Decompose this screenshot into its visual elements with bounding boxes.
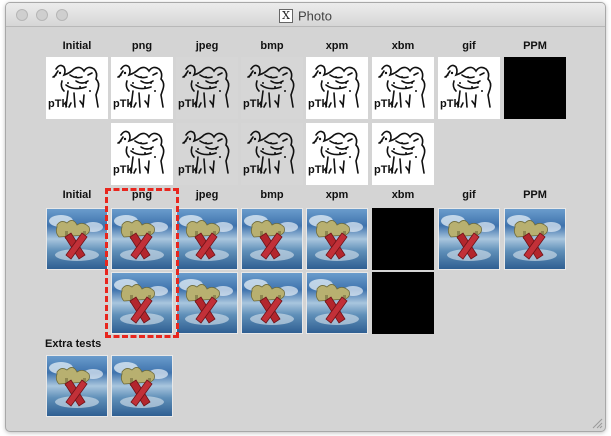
image-caption: pTk	[440, 98, 460, 110]
image-caption: pTk	[178, 164, 198, 176]
top-header-png: png	[131, 40, 153, 52]
photo-row1-image	[372, 208, 434, 270]
image-caption: pTk	[113, 164, 133, 176]
lineart-row1-image: pTk	[241, 57, 303, 119]
bottom-header-gif: gif	[462, 189, 476, 201]
camel-line-art: pTk	[440, 64, 492, 110]
camel-x-photo	[244, 279, 298, 325]
resize-grip-icon[interactable]	[591, 417, 603, 429]
lineart-row1-image: pTk	[111, 57, 173, 119]
image-caption: pTk	[178, 98, 198, 110]
camel-line-art: pTk	[374, 64, 426, 110]
lineart-row2-image: pTk	[241, 123, 303, 185]
x11-icon: X	[279, 8, 293, 23]
lineart-row1-image: pTk	[46, 57, 108, 119]
lineart-row1-image: pTk	[372, 57, 434, 119]
lineart-row1-image: pTk	[438, 57, 500, 119]
camel-line-art: pTk	[243, 130, 295, 176]
top-header-bmp: bmp	[260, 40, 284, 52]
extra-test-image	[46, 355, 108, 417]
photo-row1-image	[438, 208, 500, 270]
lineart-row2-image: pTk	[372, 123, 434, 185]
bottom-header-ppm: PPM	[523, 189, 547, 201]
image-caption: pTk	[243, 98, 263, 110]
image-caption: pTk	[308, 98, 328, 110]
photo-row1-image	[306, 208, 368, 270]
lineart-row2-image: pTk	[176, 123, 238, 185]
lineart-row2-image: pTk	[111, 123, 173, 185]
bottom-header-xpm: xpm	[325, 189, 349, 201]
top-header-initial: Initial	[62, 40, 92, 52]
image-caption: pTk	[374, 98, 394, 110]
extra-test-image	[111, 355, 173, 417]
lineart-row1-image: pTk	[306, 57, 368, 119]
camel-x-photo	[49, 362, 103, 408]
lineart-row2-image: pTk	[306, 123, 368, 185]
top-header-gif: gif	[462, 40, 476, 52]
top-header-jpeg: jpeg	[195, 40, 219, 52]
camel-line-art: pTk	[113, 130, 165, 176]
camel-line-art: pTk	[374, 130, 426, 176]
camel-x-photo	[179, 215, 233, 261]
photo-row2-image	[306, 272, 368, 334]
photo-row1-image	[46, 208, 108, 270]
camel-x-photo	[244, 215, 298, 261]
photo-row1-image	[176, 208, 238, 270]
lineart-row1-image	[504, 57, 566, 119]
bottom-header-bmp: bmp	[260, 189, 284, 201]
camel-line-art: pTk	[48, 64, 100, 110]
photo-row2-image	[176, 272, 238, 334]
camel-x-photo	[309, 215, 363, 261]
camel-line-art: pTk	[243, 64, 295, 110]
extra-tests-label: Extra tests	[45, 338, 102, 350]
image-caption: pTk	[113, 98, 133, 110]
window-title: Photo	[298, 8, 332, 24]
top-header-ppm: PPM	[523, 40, 547, 52]
photo-window: X Photo Initial png jpeg bmp xpm xbm gif PPM pTk p…	[5, 2, 606, 432]
bottom-header-jpeg: jpeg	[195, 189, 219, 201]
photo-row2-image	[372, 272, 434, 334]
selection-marquee	[105, 188, 179, 338]
top-header-xpm: xpm	[325, 40, 349, 52]
image-caption: pTk	[308, 164, 328, 176]
image-caption: pTk	[48, 98, 68, 110]
bottom-header-initial: Initial	[62, 189, 92, 201]
bottom-header-xbm: xbm	[391, 189, 415, 201]
camel-line-art: pTk	[113, 64, 165, 110]
camel-x-photo	[114, 362, 168, 408]
camel-line-art: pTk	[178, 130, 230, 176]
camel-line-art: pTk	[308, 130, 360, 176]
camel-line-art: pTk	[178, 64, 230, 110]
photo-row1-image	[504, 208, 566, 270]
title-bar[interactable]: X Photo	[6, 3, 605, 27]
top-header-xbm: xbm	[391, 40, 415, 52]
camel-x-photo	[309, 279, 363, 325]
image-caption: pTk	[243, 164, 263, 176]
camel-x-photo	[179, 279, 233, 325]
image-grid: Initial png jpeg bmp xpm xbm gif PPM pTk pTk pTk pT…	[6, 28, 605, 431]
photo-row1-image	[241, 208, 303, 270]
lineart-row1-image: pTk	[176, 57, 238, 119]
camel-x-photo	[49, 215, 103, 261]
camel-x-photo	[441, 215, 495, 261]
camel-line-art: pTk	[308, 64, 360, 110]
camel-x-photo	[507, 215, 561, 261]
photo-row2-image	[241, 272, 303, 334]
image-caption: pTk	[374, 164, 394, 176]
